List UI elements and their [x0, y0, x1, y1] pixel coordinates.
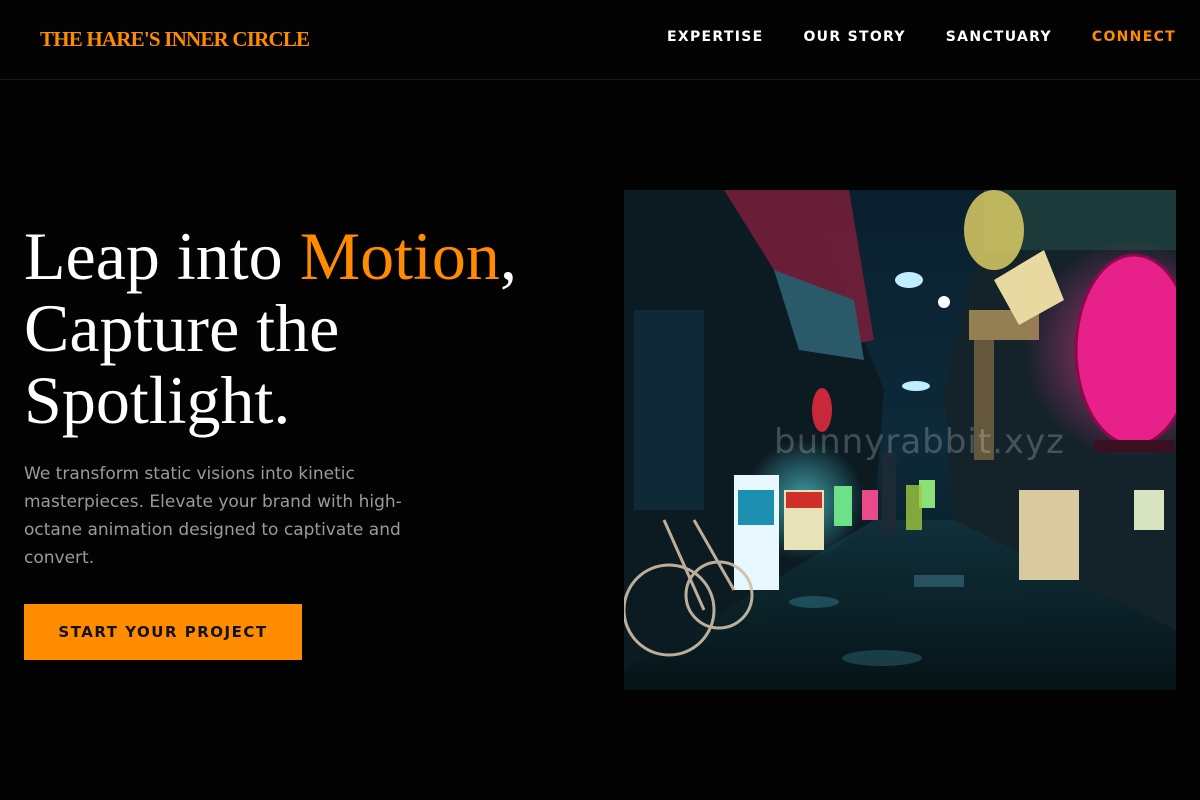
hero-image: bunnyrabbit.xyz [624, 190, 1176, 690]
image-watermark: bunnyrabbit.xyz [774, 422, 1066, 462]
headline-part1: Leap into [24, 218, 300, 294]
hero-headline: Leap into Motion, Capture the Spotlight. [24, 220, 604, 436]
nav-link-connect[interactable]: CONNECT [1092, 29, 1176, 45]
nav-link-our-story[interactable]: OUR STORY [803, 29, 905, 45]
start-project-button[interactable]: START YOUR PROJECT [24, 604, 302, 660]
headline-line3: Spotlight. [24, 362, 291, 438]
main-nav: EXPERTISE OUR STORY SANCTUARY CONNECT [667, 29, 1176, 45]
nav-link-expertise[interactable]: EXPERTISE [667, 29, 763, 45]
headline-highlight: Motion [299, 218, 500, 294]
headline-part2: , [499, 218, 517, 294]
site-logo[interactable]: THE HARE'S INNER CIRCLE [40, 27, 310, 52]
site-header: THE HARE'S INNER CIRCLE EXPERTISE OUR ST… [0, 0, 1200, 80]
hero-subtext: We transform static visions into kinetic… [24, 464, 402, 568]
nav-link-sanctuary[interactable]: SANCTUARY [946, 29, 1052, 45]
headline-line2: Capture the [24, 290, 340, 366]
